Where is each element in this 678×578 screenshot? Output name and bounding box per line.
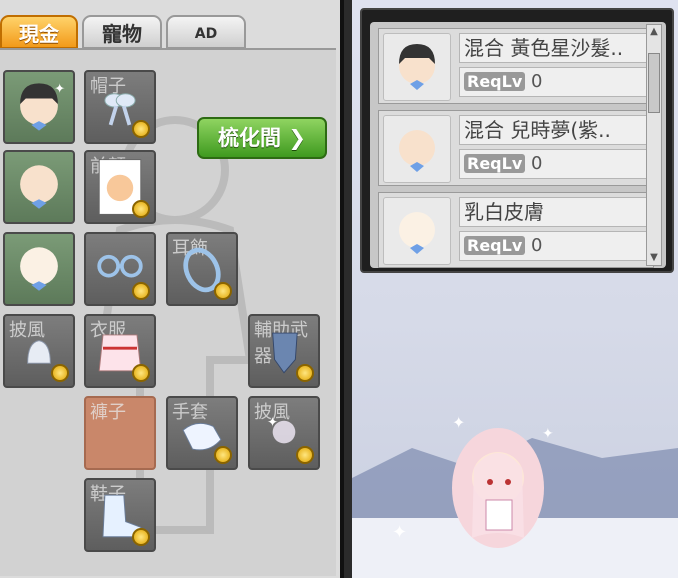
equip-slot-gloves[interactable]: 手套 — [166, 396, 238, 470]
list-item-name: 混合 黃色星沙髮.. — [459, 33, 649, 63]
equipment-grid: ✦ 帽子 梳化間 ❯ 前額 — [0, 48, 336, 576]
face-item-icon — [20, 165, 58, 209]
scroll-thumb[interactable] — [648, 53, 660, 113]
scroll-down-icon[interactable]: ▼ — [647, 251, 661, 265]
list-item-requirement: ReqLv 0 — [459, 231, 649, 261]
saved-look-list: 混合 黃色星沙髮.. ReqLv 0 混合 兒時夢(紫.. ReqLv 0 乳白… — [360, 8, 674, 273]
equip-slot-secondary[interactable]: 輔助武器 — [248, 314, 320, 388]
tab-ad[interactable]: AD — [166, 15, 246, 49]
equip-slot-shoes[interactable]: 鞋子 — [84, 478, 156, 552]
cash-coin-icon — [296, 446, 314, 464]
equip-slot-face2[interactable] — [3, 150, 75, 224]
list-item-requirement: ReqLv 0 — [459, 67, 649, 97]
list-item-thumbnail — [383, 115, 451, 183]
cash-coin-icon — [132, 200, 150, 218]
equip-slot-shoulder[interactable]: 披風 ✦ — [248, 396, 320, 470]
req-level-value: 0 — [530, 71, 543, 92]
chevron-right-icon: ❯ — [288, 126, 306, 150]
list-item[interactable]: 混合 兒時夢(紫.. ReqLv 0 — [378, 110, 654, 186]
list-item-requirement: ReqLv 0 — [459, 149, 649, 179]
character-preview-art: ✦ ✦ ✦ — [352, 413, 678, 578]
cleanse-room-label: 梳化間 — [218, 126, 282, 150]
list-item-thumbnail — [383, 197, 451, 265]
req-level-value: 0 — [530, 235, 543, 256]
equip-slot-eye-accessory[interactable] — [84, 232, 156, 306]
svg-text:✦: ✦ — [452, 413, 465, 432]
req-level-value: 0 — [530, 153, 543, 174]
svg-text:✦: ✦ — [542, 426, 554, 442]
cash-coin-icon — [296, 364, 314, 382]
equip-slot-skin[interactable] — [3, 232, 75, 306]
cash-coin-icon — [132, 282, 150, 300]
req-level-tag: ReqLv — [464, 236, 526, 255]
cash-coin-icon — [132, 528, 150, 546]
cash-coin-icon — [214, 446, 232, 464]
skin-item-icon — [20, 247, 58, 291]
character-preview: ✦ ✦ ✦ — [352, 278, 678, 578]
svg-text:✦: ✦ — [54, 82, 65, 97]
cash-coin-icon — [214, 282, 232, 300]
equip-slot-earring[interactable]: 耳飾 — [166, 232, 238, 306]
preview-window: 混合 黃色星沙髮.. ReqLv 0 混合 兒時夢(紫.. ReqLv 0 乳白… — [352, 0, 678, 578]
cash-coin-icon — [132, 364, 150, 382]
list-item-thumbnail — [383, 33, 451, 101]
cash-coin-icon — [132, 120, 150, 138]
equip-slot-face-accessory[interactable]: 前額 — [84, 150, 156, 224]
cash-coin-icon — [51, 364, 69, 382]
saved-look-list-body: 混合 黃色星沙髮.. ReqLv 0 混合 兒時夢(紫.. ReqLv 0 乳白… — [370, 22, 666, 268]
equip-slot-pants[interactable]: 褲子 — [84, 396, 156, 470]
tab-pet[interactable]: 寵物 — [82, 15, 162, 49]
equip-slot-face[interactable]: ✦ — [3, 70, 75, 144]
scroll-up-icon[interactable]: ▲ — [647, 25, 661, 39]
equip-slot-overall[interactable]: 衣服 — [84, 314, 156, 388]
list-scrollbar[interactable]: ▲ ▼ — [646, 24, 662, 266]
slot-label-pants: 褲子 — [90, 402, 126, 423]
list-item-name: 混合 兒時夢(紫.. — [459, 115, 649, 145]
tab-cash[interactable]: 現金 — [0, 15, 78, 49]
equipment-window: 現金 寵物 AD ✦ 帽子 梳化間 ❯ 耳飾 披風 衣服 輔助武器 褲子 手套 … — [0, 0, 344, 578]
svg-text:✦: ✦ — [267, 415, 278, 430]
face-item-icon: ✦ — [20, 82, 65, 131]
svg-text:✦: ✦ — [392, 522, 407, 543]
req-level-tag: ReqLv — [464, 72, 526, 91]
equip-slot-hat[interactable]: 帽子 — [84, 70, 156, 144]
req-level-tag: ReqLv — [464, 154, 526, 173]
list-item[interactable]: 乳白皮膚 ReqLv 0 — [378, 192, 654, 268]
equip-slot-cape[interactable]: 披風 — [3, 314, 75, 388]
list-item-name: 乳白皮膚 — [459, 197, 649, 227]
list-item[interactable]: 混合 黃色星沙髮.. ReqLv 0 — [378, 28, 654, 104]
cleanse-room-button[interactable]: 梳化間 ❯ — [197, 117, 327, 159]
